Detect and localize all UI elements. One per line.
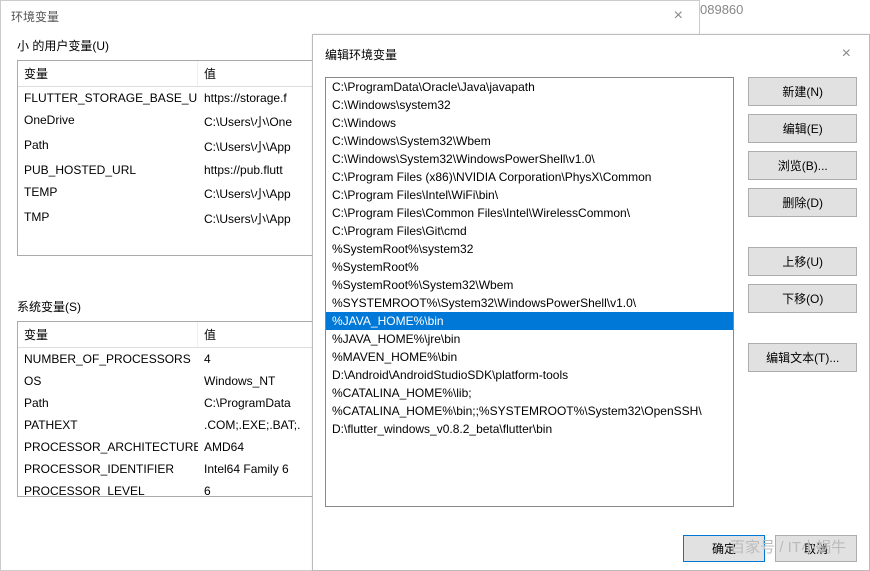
- browse-button[interactable]: 浏览(B)...: [748, 151, 857, 180]
- var-name: TMP: [18, 208, 198, 229]
- var-name: Path: [18, 394, 198, 412]
- stray-text: 089860: [700, 2, 743, 17]
- env-window-titlebar: 环境变量 ×: [1, 1, 699, 31]
- move-up-button[interactable]: 上移(U): [748, 247, 857, 276]
- cancel-button[interactable]: 取消: [775, 535, 857, 562]
- var-name: NUMBER_OF_PROCESSORS: [18, 350, 198, 368]
- dialog-footer: 确定 取消: [683, 527, 857, 570]
- path-list[interactable]: C:\ProgramData\Oracle\Java\javapathC:\Wi…: [325, 77, 734, 507]
- var-name: PROCESSOR_IDENTIFIER: [18, 460, 198, 478]
- edit-text-button[interactable]: 编辑文本(T)...: [748, 343, 857, 372]
- edit-dialog-titlebar: 编辑环境变量 ×: [313, 35, 869, 71]
- list-item[interactable]: C:\Program Files\Git\cmd: [326, 222, 733, 240]
- var-name: FLUTTER_STORAGE_BASE_U: [18, 89, 198, 107]
- list-item[interactable]: %SystemRoot%: [326, 258, 733, 276]
- var-name: PROCESSOR_ARCHITECTURE: [18, 438, 198, 456]
- var-name: OneDrive: [18, 111, 198, 132]
- move-down-button[interactable]: 下移(O): [748, 284, 857, 313]
- close-icon[interactable]: ×: [836, 45, 857, 63]
- list-item[interactable]: C:\Program Files (x86)\NVIDIA Corporatio…: [326, 168, 733, 186]
- col-variable: 变量: [18, 322, 198, 347]
- list-item[interactable]: %JAVA_HOME%\jre\bin: [326, 330, 733, 348]
- edit-dialog-title: 编辑环境变量: [325, 46, 397, 63]
- list-item[interactable]: %MAVEN_HOME%\bin: [326, 348, 733, 366]
- list-item[interactable]: C:\Program Files\Intel\WiFi\bin\: [326, 186, 733, 204]
- list-item[interactable]: D:\flutter_windows_v0.8.2_beta\flutter\b…: [326, 420, 733, 438]
- var-name: PROCESSOR_LEVEL: [18, 482, 198, 497]
- var-name: Path: [18, 136, 198, 157]
- list-item[interactable]: C:\Program Files\Common Files\Intel\Wire…: [326, 204, 733, 222]
- list-item[interactable]: %SystemRoot%\system32: [326, 240, 733, 258]
- list-item[interactable]: %SystemRoot%\System32\Wbem: [326, 276, 733, 294]
- var-name: OS: [18, 372, 198, 390]
- var-name: TEMP: [18, 183, 198, 204]
- list-item[interactable]: C:\Windows\System32\WindowsPowerShell\v1…: [326, 150, 733, 168]
- ok-button[interactable]: 确定: [683, 535, 765, 562]
- list-item[interactable]: %CATALINA_HOME%\bin;;%SYSTEMROOT%\System…: [326, 402, 733, 420]
- new-button[interactable]: 新建(N): [748, 77, 857, 106]
- list-item[interactable]: D:\Android\AndroidStudioSDK\platform-too…: [326, 366, 733, 384]
- list-item[interactable]: C:\Windows\system32: [326, 96, 733, 114]
- list-item[interactable]: %JAVA_HOME%\bin: [326, 312, 733, 330]
- list-item[interactable]: %SYSTEMROOT%\System32\WindowsPowerShell\…: [326, 294, 733, 312]
- var-name: PUB_HOSTED_URL: [18, 161, 198, 179]
- edit-button[interactable]: 编辑(E): [748, 114, 857, 143]
- button-column: 新建(N) 编辑(E) 浏览(B)... 删除(D) 上移(U) 下移(O) 编…: [748, 77, 857, 525]
- list-item[interactable]: C:\ProgramData\Oracle\Java\javapath: [326, 78, 733, 96]
- list-item[interactable]: C:\Windows: [326, 114, 733, 132]
- env-window-title: 环境变量: [11, 8, 59, 25]
- list-item[interactable]: C:\Windows\System32\Wbem: [326, 132, 733, 150]
- col-variable: 变量: [18, 61, 198, 86]
- var-name: PATHEXT: [18, 416, 198, 434]
- delete-button[interactable]: 删除(D): [748, 188, 857, 217]
- list-item[interactable]: %CATALINA_HOME%\lib;: [326, 384, 733, 402]
- close-icon[interactable]: ×: [668, 7, 689, 25]
- edit-env-dialog: 编辑环境变量 × C:\ProgramData\Oracle\Java\java…: [312, 34, 870, 571]
